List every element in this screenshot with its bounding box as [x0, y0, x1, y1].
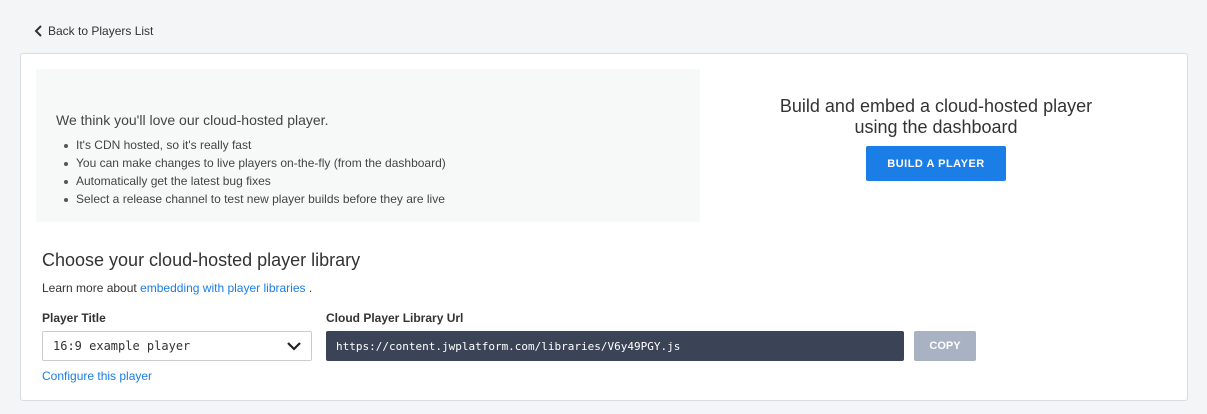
promo-bullet: You can make changes to live players on-…: [64, 156, 446, 170]
promo-intro: We think you'll love our cloud-hosted pl…: [56, 112, 329, 128]
promo-bullet: Automatically get the latest bug fixes: [64, 172, 446, 190]
learn-more-prefix: Learn more about: [42, 281, 137, 295]
library-url-label: Cloud Player Library Url: [326, 311, 464, 325]
configure-player-link[interactable]: Configure this player: [42, 369, 152, 383]
library-section-title: Choose your cloud-hosted player library: [42, 250, 361, 270]
build-heading-line1: Build and embed a cloud-hosted player: [779, 96, 1093, 116]
build-player-heading: Build and embed a cloud-hosted player us…: [736, 96, 1136, 138]
chevron-left-icon: [34, 25, 42, 37]
promo-bullet: Select a release channel to test new pla…: [64, 192, 445, 206]
back-to-players-link[interactable]: Back to Players List: [34, 24, 153, 38]
library-url-value: https://content.jwplatform.com/libraries…: [336, 339, 681, 353]
build-heading-line2: using the dashboard: [854, 117, 1018, 137]
player-library-card: We think you'll love our cloud-hosted pl…: [20, 53, 1188, 401]
build-player-button[interactable]: BUILD A PLAYER: [866, 146, 1006, 181]
back-link-label: Back to Players List: [48, 24, 154, 38]
library-url-field[interactable]: https://content.jwplatform.com/libraries…: [326, 331, 904, 361]
promo-bullet-list: It's CDN hosted, so it's really fast You…: [64, 136, 446, 208]
player-title-label: Player Title: [42, 311, 106, 325]
copy-url-button[interactable]: COPY: [914, 331, 976, 361]
chevron-down-icon: [287, 342, 301, 351]
cloud-player-promo: We think you'll love our cloud-hosted pl…: [36, 69, 700, 222]
player-title-select[interactable]: 16:9 example player: [42, 331, 312, 361]
learn-more-text: Learn more about embedding with player l…: [42, 281, 312, 295]
embedding-libraries-link[interactable]: embedding with player libraries: [140, 281, 305, 295]
learn-more-suffix: .: [308, 281, 313, 295]
promo-bullet: It's CDN hosted, so it's really fast: [64, 136, 446, 154]
player-title-value: 16:9 example player: [53, 339, 191, 353]
